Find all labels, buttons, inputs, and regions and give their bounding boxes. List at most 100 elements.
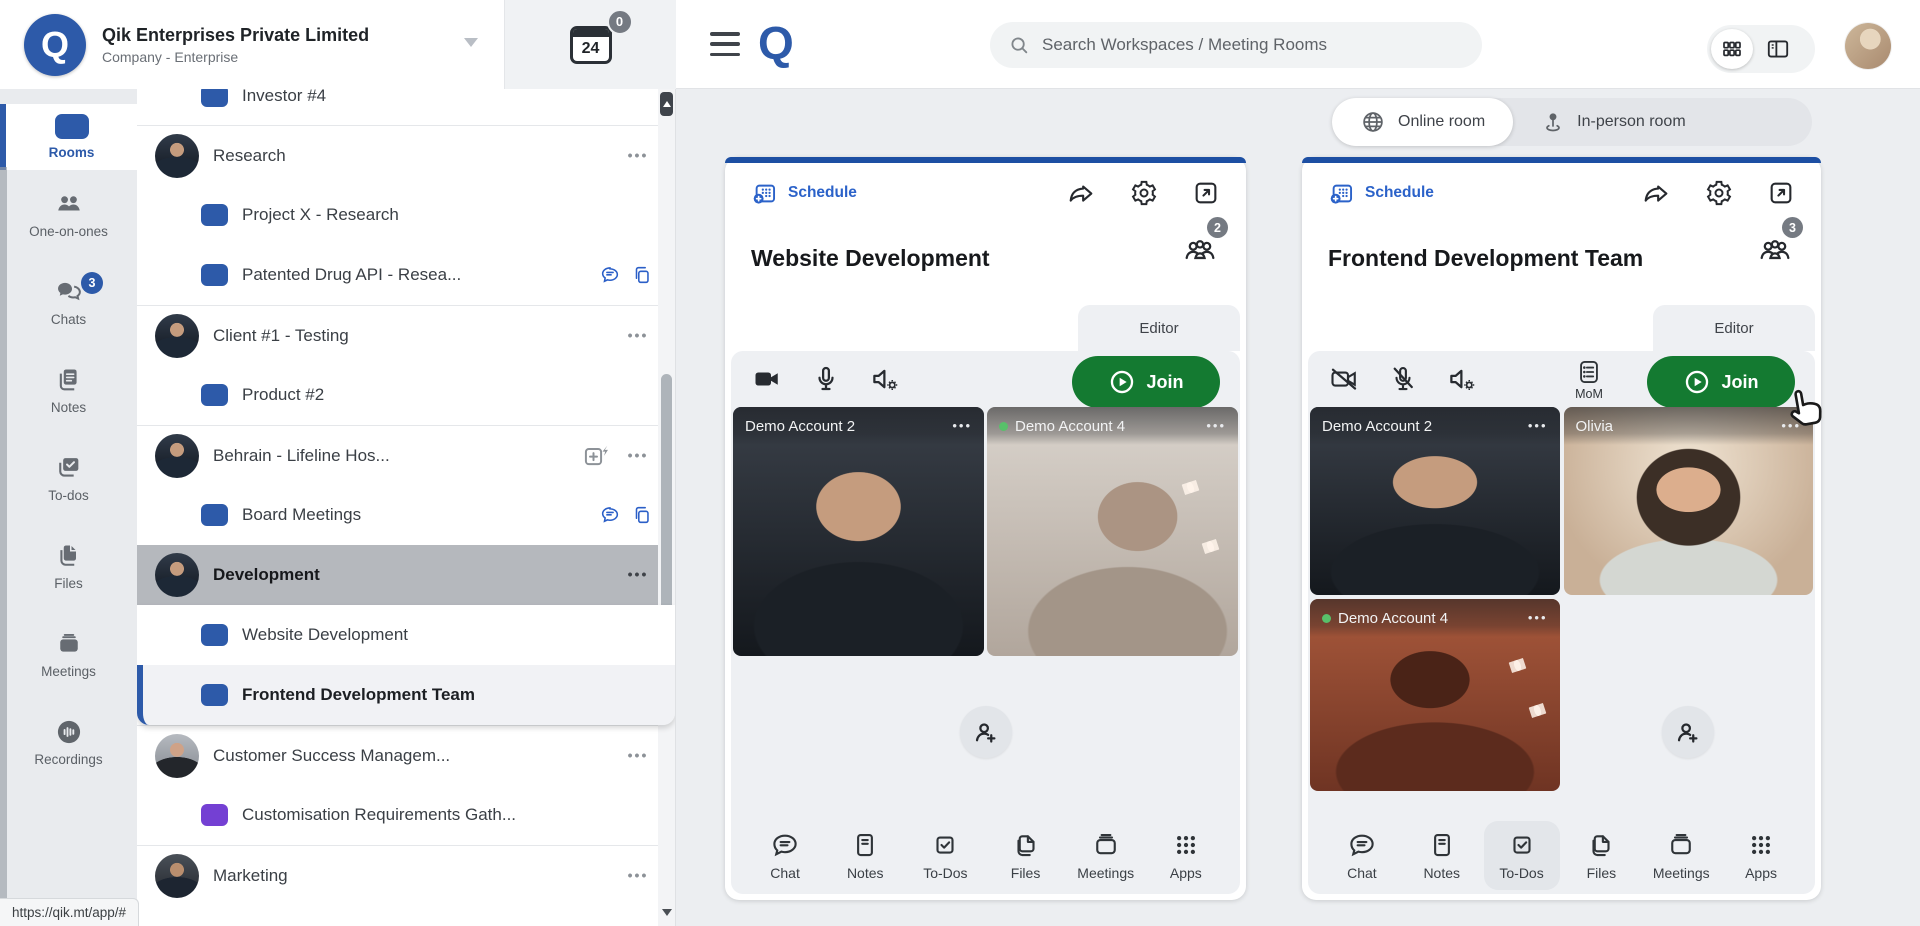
panel-scrollbar[interactable] (658, 89, 675, 926)
mic-on-icon[interactable] (811, 364, 841, 394)
room-row[interactable]: Project X - Research (137, 185, 675, 245)
sidebar-item-todos[interactable]: To-dos (0, 434, 137, 522)
tool-chat[interactable]: Chat (1324, 821, 1400, 890)
more-icon[interactable] (623, 566, 653, 584)
more-icon[interactable] (1206, 417, 1226, 435)
tool-files[interactable]: Files (988, 821, 1064, 890)
speaker-settings-icon[interactable] (869, 364, 901, 394)
mom-button[interactable]: MoM (1575, 358, 1603, 401)
video-tile[interactable]: Olivia (1564, 407, 1814, 595)
tab-editor[interactable]: Editor (1653, 305, 1815, 351)
play-icon (1683, 368, 1711, 396)
scroll-up-icon[interactable] (660, 92, 673, 116)
workspace-row[interactable]: Customer Success Managem... (137, 725, 675, 785)
grid-view-icon[interactable] (1711, 29, 1753, 69)
video-tile[interactable]: Demo Account 4 (1310, 599, 1560, 791)
video-tile[interactable]: Demo Account 2 (1310, 407, 1560, 595)
room-row[interactable]: Board Meetings (137, 485, 675, 545)
sidebar-item-one-on-ones[interactable]: One-on-ones (0, 170, 137, 258)
room-row[interactable]: Website Development (137, 605, 675, 665)
room-row-selected[interactable]: Frontend Development Team (137, 665, 675, 725)
tool-todos[interactable]: To-Dos (907, 821, 983, 890)
split-view-icon[interactable] (1757, 29, 1799, 69)
quick-add-icon[interactable] (581, 442, 613, 470)
schedule-button[interactable]: Schedule (1328, 180, 1434, 207)
more-icon[interactable] (952, 417, 972, 435)
tile-participant-name: Demo Account 4 (1322, 610, 1448, 627)
participants-button[interactable]: 2 (1180, 233, 1220, 272)
tool-chat[interactable]: Chat (747, 821, 823, 890)
company-switcher[interactable]: Q Qik Enterprises Private Limited Compan… (0, 0, 505, 89)
gear-icon[interactable] (1130, 179, 1158, 207)
tool-notes[interactable]: Notes (1404, 821, 1480, 890)
video-tile[interactable]: Demo Account 2 (733, 407, 984, 656)
tool-meetings[interactable]: Meetings (1068, 821, 1144, 890)
more-icon[interactable] (623, 747, 653, 765)
sidebar-item-meetings[interactable]: Meetings (0, 610, 137, 698)
more-icon[interactable] (623, 327, 653, 345)
workspace-row[interactable]: Client #1 - Testing (137, 305, 675, 365)
chevron-down-icon[interactable] (464, 38, 478, 47)
room-row[interactable]: Customisation Requirements Gath... (137, 785, 675, 845)
hamburger-icon[interactable] (710, 32, 740, 56)
scroll-down-icon[interactable] (662, 909, 672, 916)
more-icon[interactable] (623, 147, 653, 165)
search-bar[interactable] (990, 22, 1482, 68)
workspace-row-selected[interactable]: Development (137, 545, 675, 605)
speaker-settings-icon[interactable] (1446, 364, 1478, 394)
more-icon[interactable] (623, 867, 653, 885)
workspace-row[interactable]: Research (137, 125, 675, 185)
mic-off-icon[interactable] (1388, 364, 1418, 394)
sidebar-item-label: Notes (51, 400, 86, 415)
open-in-new-icon[interactable] (1767, 179, 1795, 207)
chat-bubble-icon[interactable] (599, 504, 621, 526)
more-icon[interactable] (623, 447, 653, 465)
more-icon[interactable] (1528, 609, 1548, 627)
camera-on-icon[interactable] (751, 364, 783, 394)
share-icon[interactable] (1643, 179, 1671, 207)
video-tile[interactable]: Demo Account 4 (987, 407, 1238, 656)
tool-apps[interactable]: Apps (1723, 821, 1799, 890)
tool-todos-active[interactable]: To-Dos (1484, 821, 1560, 890)
user-avatar[interactable] (1845, 23, 1891, 69)
tool-files[interactable]: Files (1563, 821, 1639, 890)
camera-off-icon[interactable] (1328, 364, 1360, 394)
copy-icon[interactable] (631, 264, 653, 286)
sidebar-item-recordings[interactable]: Recordings (0, 698, 137, 786)
tool-notes[interactable]: Notes (827, 821, 903, 890)
calendar-block[interactable]: 24 0 (505, 0, 676, 89)
more-icon[interactable] (1781, 417, 1801, 435)
chat-bubble-icon[interactable] (599, 264, 621, 286)
workspace-row[interactable]: Behrain - Lifeline Hos... (137, 425, 675, 485)
tab-editor[interactable]: Editor (1078, 305, 1240, 351)
files-icon (1586, 830, 1616, 860)
tool-label: Files (1587, 865, 1617, 881)
tool-apps[interactable]: Apps (1148, 821, 1224, 890)
rail-scrollbar[interactable] (0, 167, 7, 926)
schedule-button[interactable]: Schedule (751, 180, 857, 207)
sidebar-item-notes[interactable]: Notes (0, 346, 137, 434)
gear-icon[interactable] (1705, 179, 1733, 207)
room-color-icon (201, 624, 228, 646)
online-room-tab[interactable]: Online room (1332, 98, 1513, 146)
room-row[interactable]: Patented Drug API - Resea... (137, 245, 675, 305)
sidebar-item-rooms[interactable]: Rooms (0, 104, 137, 170)
tool-meetings[interactable]: Meetings (1643, 821, 1719, 890)
sidebar-item-files[interactable]: Files (0, 522, 137, 610)
in-person-room-tab[interactable]: In-person room (1513, 98, 1714, 146)
participants-button[interactable]: 3 (1755, 233, 1795, 272)
add-person-button[interactable] (1662, 706, 1714, 758)
more-icon[interactable] (1528, 417, 1548, 435)
join-button[interactable]: Join (1072, 356, 1220, 408)
search-input[interactable] (1042, 35, 1464, 55)
main-content: Online room In-person room Schedule (676, 89, 1920, 926)
sidebar-item-chats[interactable]: 3 Chats (0, 258, 137, 346)
open-in-new-icon[interactable] (1192, 179, 1220, 207)
room-row[interactable]: Product #2 (137, 365, 675, 425)
copy-icon[interactable] (631, 504, 653, 526)
workspace-row[interactable]: Marketing (137, 845, 675, 905)
room-row[interactable]: Investor #4 (137, 89, 675, 125)
share-icon[interactable] (1068, 179, 1096, 207)
add-person-button[interactable] (960, 706, 1012, 758)
join-button[interactable]: Join (1647, 356, 1795, 408)
